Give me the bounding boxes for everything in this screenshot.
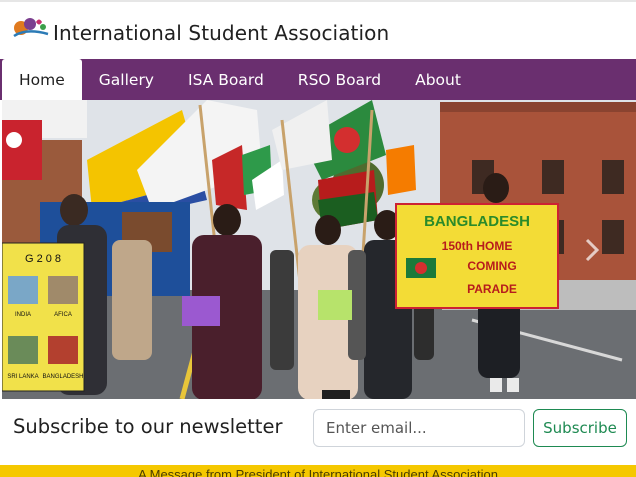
announcement-bar: A Message from President of Internationa… xyxy=(0,465,636,477)
sign-left-title: G 2 0 8 xyxy=(25,253,61,265)
announcement-link[interactable]: A Message from President of Internationa… xyxy=(0,467,636,477)
newsletter-heading: Subscribe to our newsletter xyxy=(13,415,283,438)
sign-left-africa: AFICA xyxy=(54,312,72,318)
nav-home[interactable]: Home xyxy=(2,59,82,100)
nav-about[interactable]: About xyxy=(398,59,478,100)
subscribe-button[interactable]: Subscribe xyxy=(533,409,627,447)
parade-photo: G 2 0 8 INDIA AFICA SRI LANKA BANGLADESH… xyxy=(2,100,636,399)
sign-left-india: INDIA xyxy=(15,312,31,318)
nav-gallery[interactable]: Gallery xyxy=(82,59,171,100)
sign-left-bangladesh: BANGLADESH xyxy=(42,374,83,380)
sign-right-line3: PARADE xyxy=(467,282,517,296)
nav-isa-board[interactable]: ISA Board xyxy=(171,59,281,100)
sign-right-line2: COMING xyxy=(467,259,516,273)
sign-left-srilanka: SRI LANKA xyxy=(7,374,38,380)
newsletter-section: Subscribe to our newsletter Subscribe xyxy=(0,399,636,465)
isa-logo-icon[interactable] xyxy=(12,14,50,40)
email-input[interactable] xyxy=(313,409,525,447)
sign-right-line1: 150th HOME xyxy=(442,239,513,253)
sign-right-title: BANGLADESH xyxy=(424,213,530,230)
site-title[interactable]: International Student Association xyxy=(53,21,389,45)
site-header: International Student Association xyxy=(0,0,636,59)
main-navbar: Home Gallery ISA Board RSO Board About xyxy=(0,59,636,100)
nav-rso-board[interactable]: RSO Board xyxy=(281,59,398,100)
hero-carousel-image[interactable]: G 2 0 8 INDIA AFICA SRI LANKA BANGLADESH… xyxy=(2,100,636,399)
